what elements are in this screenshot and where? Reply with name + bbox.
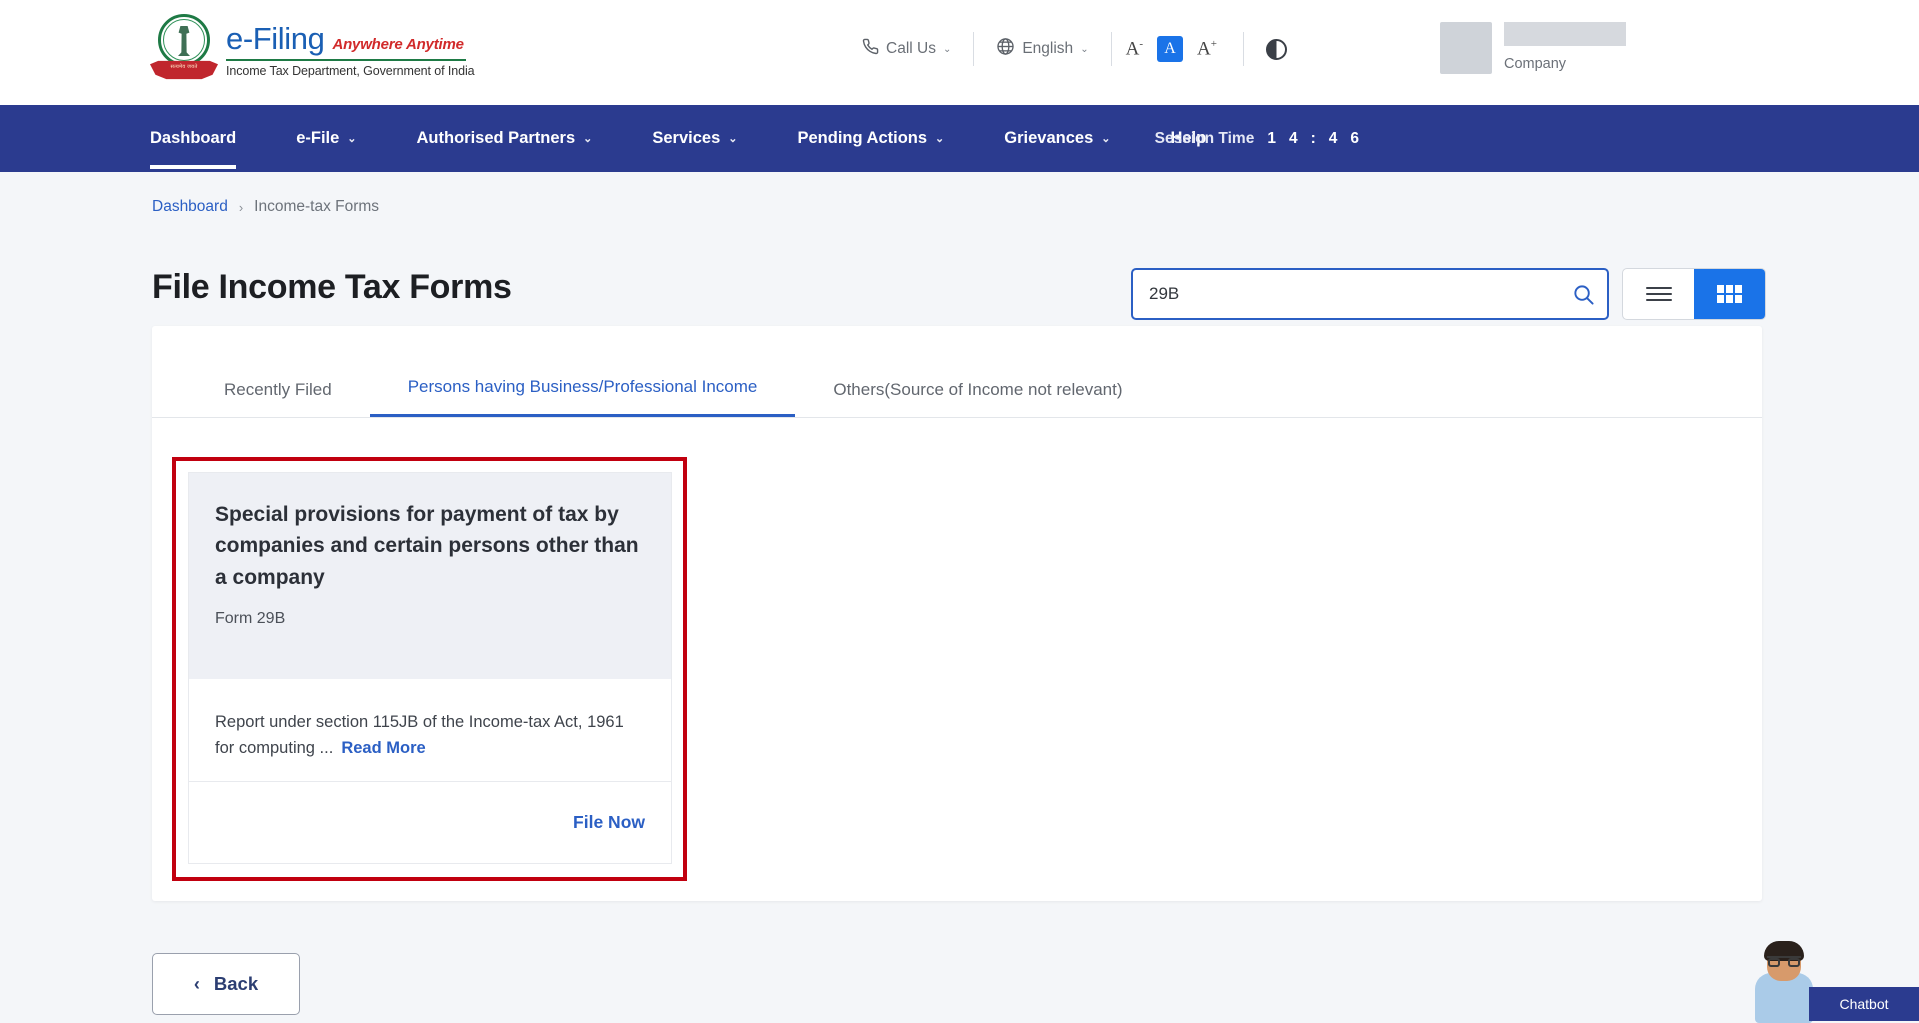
emblem-banner-text: सत्यमेव जयते — [156, 64, 212, 70]
language-menu[interactable]: English ⌄ — [974, 37, 1110, 61]
font-increase-sup: + — [1211, 38, 1217, 50]
chevron-down-icon: ⌄ — [935, 132, 944, 145]
nav-label: Services — [652, 129, 720, 148]
grid-view-button[interactable] — [1694, 269, 1765, 319]
session-time-label: Session Time — [1155, 130, 1255, 148]
chevron-down-icon: ⌄ — [943, 44, 951, 55]
back-button[interactable]: ‹ Back — [152, 953, 300, 1015]
grid-view-icon — [1717, 285, 1742, 303]
form-card-body: Report under section 115JB of the Income… — [189, 679, 671, 783]
page-title: File Income Tax Forms — [152, 268, 512, 307]
read-more-link[interactable]: Read More — [341, 739, 425, 757]
brand-title: e-Filing — [226, 21, 324, 57]
nav-label: Pending Actions — [797, 129, 927, 148]
globe-icon — [996, 37, 1015, 61]
search-box[interactable] — [1131, 268, 1609, 320]
breadcrumb-current: Income-tax Forms — [254, 198, 379, 216]
nav-items: Dashboard e-File ⌄ Authorised Partners ⌄… — [0, 129, 1266, 148]
profile-role-label: Company — [1504, 56, 1626, 72]
tab-recently-filed[interactable]: Recently Filed — [186, 380, 370, 417]
nav-item-pending-actions[interactable]: Pending Actions ⌄ — [797, 129, 944, 148]
main-navigation: Dashboard e-File ⌄ Authorised Partners ⌄… — [0, 105, 1919, 172]
nav-label: Dashboard — [150, 129, 236, 148]
nav-label: Authorised Partners — [417, 129, 576, 148]
list-view-button[interactable] — [1623, 269, 1694, 319]
nav-item-efile[interactable]: e-File ⌄ — [296, 129, 356, 148]
font-size-normal-button[interactable]: A — [1157, 36, 1183, 62]
chatbot-label: Chatbot — [1839, 996, 1888, 1012]
brand-divider — [226, 59, 466, 61]
list-view-icon — [1646, 283, 1672, 305]
session-digit-2: 4 — [1289, 130, 1298, 148]
breadcrumb: Dashboard › Income-tax Forms — [152, 198, 379, 216]
top-header: सत्यमेव जयते e-Filing Anywhere Anytime I… — [0, 0, 1919, 105]
national-emblem-icon: सत्यमेव जयते — [150, 12, 218, 88]
call-us-label: Call Us — [886, 40, 936, 58]
tab-others[interactable]: Others(Source of Income not relevant) — [795, 380, 1160, 417]
session-digit-4: 6 — [1350, 130, 1359, 148]
search-icon[interactable] — [1559, 270, 1607, 318]
chatbot-widget[interactable]: Chatbot — [1739, 923, 1919, 1023]
view-toggle-group — [1622, 268, 1766, 320]
nav-item-services[interactable]: Services ⌄ — [652, 129, 737, 148]
font-size-increase-button[interactable]: A+ — [1183, 38, 1231, 60]
font-increase-label: A — [1197, 38, 1211, 59]
breadcrumb-dashboard-link[interactable]: Dashboard — [152, 198, 228, 216]
form-card[interactable]: Special provisions for payment of tax by… — [188, 472, 672, 864]
back-button-label: Back — [214, 973, 258, 995]
call-us-menu[interactable]: Call Us ⌄ — [840, 38, 973, 60]
tab-business-professional-income[interactable]: Persons having Business/Professional Inc… — [370, 377, 796, 417]
profile-name-redacted — [1504, 22, 1626, 46]
header-tools: Call Us ⌄ English ⌄ — [840, 32, 1309, 66]
contrast-toggle[interactable] — [1244, 39, 1309, 60]
form-card-header: Special provisions for payment of tax by… — [189, 473, 671, 679]
contrast-icon — [1266, 39, 1287, 60]
chevron-down-icon: ⌄ — [583, 132, 592, 145]
search-input[interactable] — [1133, 270, 1559, 318]
font-decrease-sup: - — [1139, 38, 1143, 50]
form-card-description-wrap: Report under section 115JB of the Income… — [215, 709, 645, 762]
chevron-left-icon: ‹ — [194, 974, 200, 995]
chevron-down-icon: ⌄ — [1101, 132, 1110, 145]
profile-block[interactable]: Company — [1440, 22, 1626, 74]
nav-item-authorised-partners[interactable]: Authorised Partners ⌄ — [417, 129, 593, 148]
form-card-number: Form 29B — [215, 610, 645, 628]
session-timer: Session Time 1 4 : 4 6 — [1155, 130, 1359, 148]
chevron-down-icon: ⌄ — [347, 132, 356, 145]
chevron-down-icon: ⌄ — [728, 132, 737, 145]
nav-item-grievances[interactable]: Grievances ⌄ — [1004, 129, 1110, 148]
form-card-footer: File Now — [189, 782, 671, 863]
nav-label: e-File — [296, 129, 339, 148]
app-root: सत्यमेव जयते e-Filing Anywhere Anytime I… — [0, 0, 1919, 1023]
avatar — [1440, 22, 1492, 74]
language-label: English — [1022, 40, 1073, 58]
form-card-title: Special provisions for payment of tax by… — [215, 499, 645, 593]
session-digit-3: 4 — [1329, 130, 1338, 148]
phone-icon — [862, 38, 879, 60]
brand-tagline: Anywhere Anytime — [332, 36, 463, 53]
nav-item-dashboard[interactable]: Dashboard — [150, 129, 236, 148]
tab-bar: Recently Filed Persons having Business/P… — [152, 326, 1762, 418]
nav-label: Grievances — [1004, 129, 1093, 148]
chatbot-button[interactable]: Chatbot — [1809, 987, 1919, 1021]
file-now-button[interactable]: File Now — [573, 812, 645, 833]
session-digit-1: 1 — [1267, 130, 1276, 148]
font-size-decrease-button[interactable]: A- — [1112, 38, 1157, 60]
brand-subtitle: Income Tax Department, Government of Ind… — [226, 64, 474, 78]
brand-logo[interactable]: सत्यमेव जयते e-Filing Anywhere Anytime I… — [150, 12, 474, 88]
font-decrease-label: A — [1126, 38, 1140, 59]
chevron-down-icon: ⌄ — [1080, 44, 1088, 55]
session-colon: : — [1311, 130, 1316, 148]
breadcrumb-separator-icon: › — [239, 200, 243, 215]
